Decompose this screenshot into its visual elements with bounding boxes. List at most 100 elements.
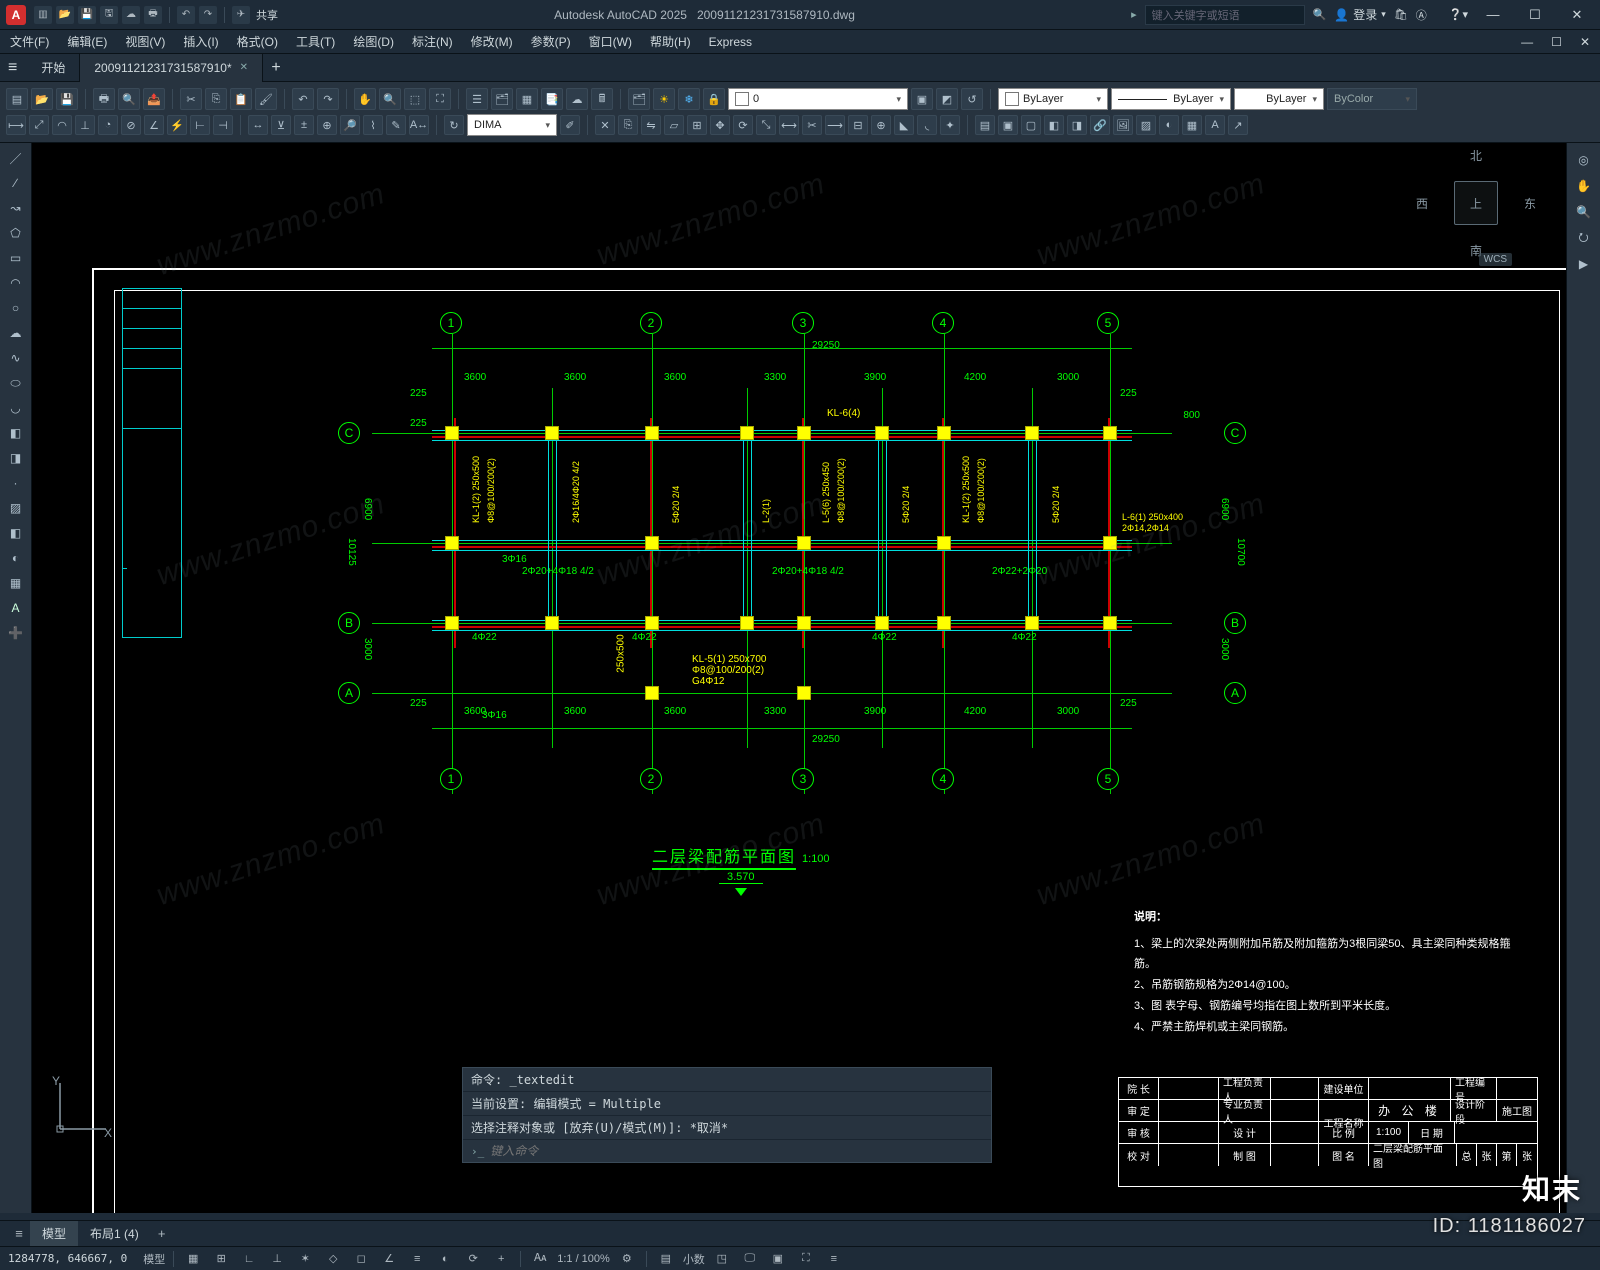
dimcont-icon[interactable]: ⊣ (213, 115, 233, 135)
copy-icon[interactable]: ⎘ (205, 88, 227, 110)
snap-icon[interactable]: ⊞ (210, 1249, 232, 1269)
plot-icon[interactable]: 🖶 (93, 88, 115, 110)
mtext2-icon[interactable]: A (4, 597, 28, 619)
status-model[interactable]: 模型 (143, 1251, 165, 1267)
app-icon[interactable]: A (6, 5, 26, 25)
qcalc-icon[interactable]: 🖩 (591, 88, 613, 110)
filetab-menu-icon[interactable]: ≡ (8, 59, 17, 77)
markup-icon[interactable]: ☁ (566, 88, 588, 110)
units-label[interactable]: 小数 (683, 1251, 705, 1267)
otrack-icon[interactable]: ∠ (378, 1249, 400, 1269)
layout-add-icon[interactable]: + (151, 1223, 173, 1245)
dimdia-icon[interactable]: ⊘ (121, 115, 141, 135)
region-icon[interactable]: ◐ (1159, 115, 1179, 135)
rotate-icon[interactable]: ⟳ (733, 115, 753, 135)
help-icon[interactable]: ❔▾ (1449, 8, 1468, 21)
table2-icon[interactable]: ▦ (4, 572, 28, 594)
tab-drawing[interactable]: 20091121231731587910*✕ (80, 54, 263, 82)
match-icon[interactable]: 🖌 (255, 88, 277, 110)
move-icon[interactable]: ✥ (710, 115, 730, 135)
polygon-icon[interactable]: ⬠ (4, 222, 28, 244)
orbit-icon[interactable]: ⭮ (1572, 227, 1596, 249)
dimord-icon[interactable]: ⊥ (75, 115, 95, 135)
menu-express[interactable]: Express (709, 35, 752, 49)
dimbase-icon[interactable]: ⊢ (190, 115, 210, 135)
command-input[interactable] (490, 1144, 983, 1158)
menu-help[interactable]: 帮助(H) (650, 33, 691, 50)
qat-open-icon[interactable]: 📂 (56, 6, 74, 24)
trim-icon[interactable]: ✂ (802, 115, 822, 135)
props-icon[interactable]: ☰ (466, 88, 488, 110)
minimize-button[interactable]: — (1476, 1, 1510, 29)
ortho-icon[interactable]: ⊥ (266, 1249, 288, 1269)
wcs-label[interactable]: WCS (1479, 253, 1512, 266)
menu-insert[interactable]: 插入(I) (183, 33, 218, 50)
layer-props-icon[interactable]: 🗂 (628, 88, 650, 110)
image-icon[interactable]: 🖼 (1113, 115, 1133, 135)
menu-param[interactable]: 参数(P) (531, 33, 571, 50)
hatched-icon[interactable]: ▨ (1136, 115, 1156, 135)
polar-icon[interactable]: ✶ (294, 1249, 316, 1269)
menu-draw[interactable]: 绘图(D) (353, 33, 394, 50)
xline-icon[interactable]: ∕ (4, 172, 28, 194)
anno-icon[interactable]: 🗛 (529, 1249, 551, 1269)
menu-window[interactable]: 窗口(W) (589, 33, 632, 50)
chamfer-icon[interactable]: ◣ (894, 115, 914, 135)
color-combo[interactable]: ByLayer▾ (998, 88, 1108, 110)
array-icon[interactable]: ⊞ (687, 115, 707, 135)
draworder-icon[interactable]: ▤ (975, 115, 995, 135)
ellipse-icon[interactable]: ⬭ (4, 372, 28, 394)
rect-icon[interactable]: ▭ (4, 247, 28, 269)
menu-modify[interactable]: 修改(M) (471, 33, 513, 50)
extend-icon[interactable]: ⟶ (825, 115, 845, 135)
mleader-icon[interactable]: ↗ (1228, 115, 1248, 135)
layeriso-icon[interactable]: ▣ (911, 88, 933, 110)
group-icon[interactable]: ▣ (998, 115, 1018, 135)
offset-icon[interactable]: ▱ (664, 115, 684, 135)
dimang-icon[interactable]: ∠ (144, 115, 164, 135)
zoomext-icon[interactable]: ⛶ (429, 88, 451, 110)
dimbreak-icon[interactable]: ⊻ (271, 115, 291, 135)
autodesk-icon[interactable]: Ⓐ (1416, 7, 1427, 23)
navwheel-icon[interactable]: ◎ (1572, 149, 1596, 171)
zoomwin-icon[interactable]: ⬚ (404, 88, 426, 110)
close-button[interactable]: ✕ (1560, 1, 1594, 29)
status-scale[interactable]: 1:1 / 100% (557, 1253, 610, 1265)
tab-add-button[interactable]: + (263, 59, 289, 77)
xref-icon[interactable]: 🔗 (1090, 115, 1110, 135)
preview-icon[interactable]: 🔍 (118, 88, 140, 110)
open-icon[interactable]: 📂 (31, 88, 53, 110)
menu-edit[interactable]: 编辑(E) (67, 33, 107, 50)
menu-tools[interactable]: 工具(T) (296, 33, 335, 50)
lock-icon[interactable]: 🔒 (703, 88, 725, 110)
qp-icon[interactable]: ▤ (655, 1249, 677, 1269)
fillet-icon[interactable]: ◟ (917, 115, 937, 135)
mirror-icon[interactable]: ⇋ (641, 115, 661, 135)
tab-close-icon[interactable]: ✕ (240, 62, 248, 73)
pan-icon[interactable]: ✋ (354, 88, 376, 110)
menu-dim[interactable]: 标注(N) (412, 33, 453, 50)
paste-icon[interactable]: 📋 (230, 88, 252, 110)
dimalign-icon[interactable]: ⤢ (29, 115, 49, 135)
dimupdate-icon[interactable]: ↻ (444, 115, 464, 135)
centermark-icon[interactable]: ⊕ (317, 115, 337, 135)
publish-icon[interactable]: 📤 (143, 88, 165, 110)
addsel-icon[interactable]: ➕ (4, 622, 28, 644)
explode-icon[interactable]: ✦ (940, 115, 960, 135)
diminspect-icon[interactable]: 🔎 (340, 115, 360, 135)
tab-layout1[interactable]: 布局1 (4) (78, 1221, 151, 1247)
ellarc-icon[interactable]: ◡ (4, 397, 28, 419)
viewcube[interactable]: 北 南 西 东 上 (1436, 163, 1516, 243)
dimquick-icon[interactable]: ⚡ (167, 115, 187, 135)
sun-icon[interactable]: ☀ (653, 88, 675, 110)
qat-saveweb-icon[interactable]: ☁ (122, 6, 140, 24)
erase-icon[interactable]: ✕ (595, 115, 615, 135)
ssm-icon[interactable]: 📑 (541, 88, 563, 110)
redo-icon[interactable]: ↷ (317, 88, 339, 110)
cut-icon[interactable]: ✂ (180, 88, 202, 110)
coordinate-readout[interactable]: 1284778, 646667, 0 (8, 1252, 127, 1265)
showmotion-icon[interactable]: ▶ (1572, 253, 1596, 275)
block-icon[interactable]: ◧ (1044, 115, 1064, 135)
qat-share-icon[interactable]: ✈ (232, 6, 250, 24)
linetype-combo[interactable]: ByLayer▾ (1111, 88, 1231, 110)
